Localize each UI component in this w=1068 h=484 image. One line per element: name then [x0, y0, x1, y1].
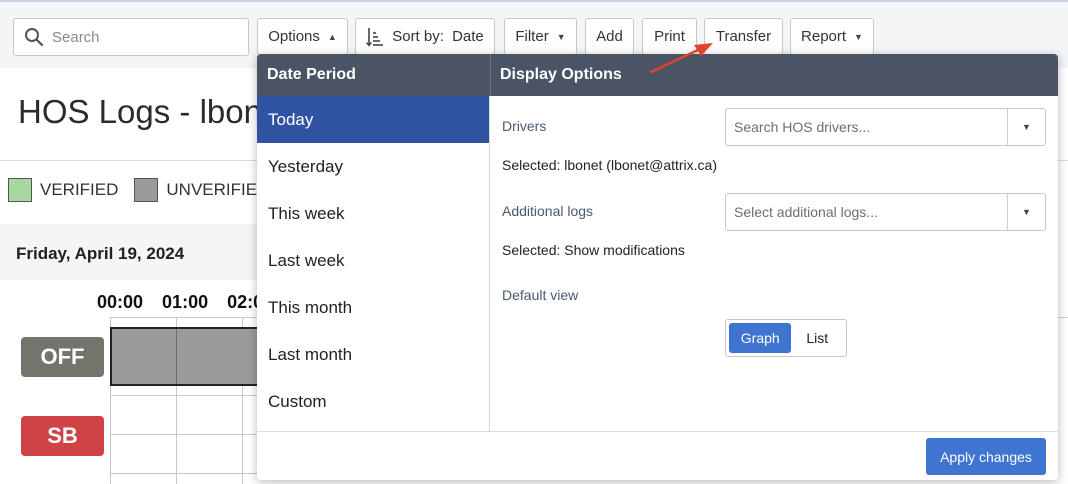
period-item-today[interactable]: Today	[257, 96, 489, 143]
filter-label: Filter	[515, 28, 549, 45]
search-box[interactable]	[13, 18, 249, 56]
transfer-button[interactable]: Transfer	[704, 18, 783, 55]
panel-footer: Apply changes	[257, 431, 1058, 480]
day-label: Friday, April 19, 2024	[16, 244, 185, 263]
search-input[interactable]	[52, 28, 232, 46]
report-button[interactable]: Report ▼	[790, 18, 874, 55]
sort-value: Date	[452, 28, 484, 45]
display-options-title: Display Options	[500, 66, 622, 83]
period-item-this-month[interactable]: This month	[257, 284, 489, 331]
additional-logs-input[interactable]	[726, 204, 1006, 220]
drivers-selected: Selected: lbonet (lbonet@attrix.ca)	[502, 157, 717, 173]
sort-icon	[366, 27, 384, 47]
default-view-label: Default view	[502, 287, 579, 303]
verified-swatch	[8, 178, 32, 202]
hour-labels: 00:00 01:00 02:00	[97, 292, 273, 313]
additional-logs-select[interactable]: ▼	[725, 193, 1046, 231]
add-label: Add	[596, 28, 623, 45]
default-view-toggle: Graph List	[725, 319, 847, 357]
drivers-select[interactable]: ▼	[725, 108, 1046, 146]
panel-header: Date Period Display Options	[257, 54, 1058, 96]
report-label: Report	[801, 28, 847, 45]
unverified-legend-label: UNVERIFIED	[166, 180, 270, 199]
off-duty-bar	[110, 327, 258, 386]
period-item-last-month[interactable]: Last month	[257, 331, 489, 378]
additional-logs-label: Additional logs	[502, 203, 594, 219]
period-item-last-week[interactable]: Last week	[257, 237, 489, 284]
status-legend: VERIFIED UNVERIFIED	[8, 178, 269, 202]
period-item-custom[interactable]: Custom	[257, 378, 489, 425]
sleeper-berth-badge: SB	[21, 416, 104, 456]
header-divider	[490, 54, 491, 96]
page-title: HOS Logs - lbonet	[18, 93, 290, 130]
additional-logs-selected: Selected: Show modifications	[502, 242, 685, 258]
caret-down-icon: ▼	[854, 31, 863, 42]
view-list-button[interactable]: List	[791, 323, 843, 353]
print-button[interactable]: Print	[642, 18, 697, 55]
display-options: Drivers ▼ Selected: lbonet (lbonet@attri…	[491, 96, 1058, 431]
options-button[interactable]: Options ▲	[257, 18, 348, 55]
period-item-this-week[interactable]: This week	[257, 190, 489, 237]
drivers-label: Drivers	[502, 118, 547, 134]
chevron-down-icon[interactable]: ▼	[1007, 109, 1045, 145]
print-label: Print	[654, 28, 685, 45]
chevron-down-icon[interactable]: ▼	[1007, 194, 1045, 230]
caret-up-icon: ▲	[327, 31, 337, 42]
view-graph-button[interactable]: Graph	[729, 323, 792, 353]
caret-down-icon: ▼	[556, 31, 566, 42]
options-label: Options	[268, 28, 320, 45]
off-duty-badge: OFF	[21, 337, 104, 377]
filter-button[interactable]: Filter ▼	[504, 18, 577, 55]
hour-label: 00:00	[97, 292, 144, 312]
sort-label: Sort by:	[392, 28, 444, 45]
search-icon	[25, 28, 44, 47]
add-button[interactable]: Add	[585, 18, 634, 55]
options-panel: Date Period Display Options Today Yester…	[257, 54, 1058, 480]
apply-changes-button[interactable]: Apply changes	[926, 438, 1046, 475]
unverified-swatch	[134, 178, 159, 202]
sort-button[interactable]: Sort by: Date	[355, 18, 495, 55]
transfer-label: Transfer	[715, 28, 772, 45]
verified-legend-label: VERIFIED	[40, 180, 119, 199]
hour-label: 01:00	[162, 292, 209, 312]
date-period-title: Date Period	[267, 66, 356, 83]
drivers-search-input[interactable]	[726, 119, 1006, 135]
grid-line	[1058, 317, 1068, 318]
period-item-yesterday[interactable]: Yesterday	[257, 143, 489, 190]
date-period-list: Today Yesterday This week Last week This…	[257, 96, 490, 431]
